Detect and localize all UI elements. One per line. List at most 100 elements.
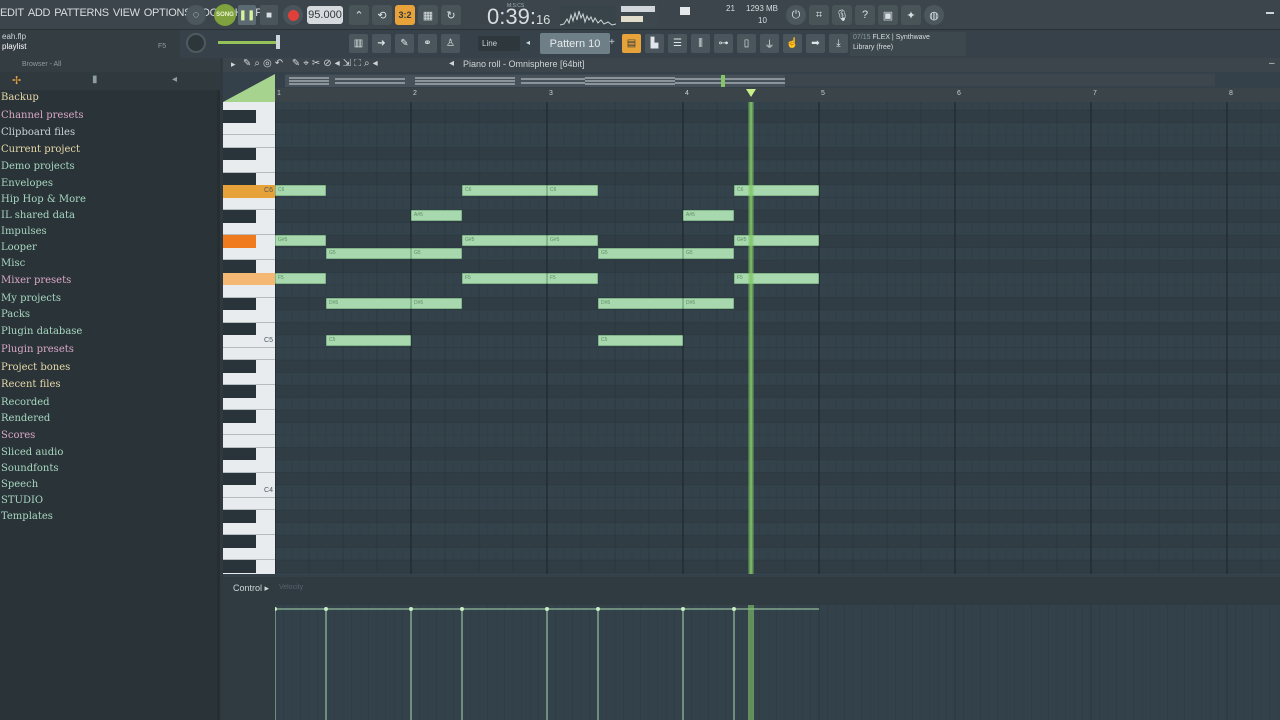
- black-key[interactable]: [223, 260, 256, 273]
- black-key[interactable]: [223, 210, 256, 223]
- white-key[interactable]: [223, 198, 275, 210]
- chat-icon[interactable]: ◍: [924, 5, 944, 25]
- menu-edit[interactable]: EDIT: [0, 7, 24, 19]
- browser-item[interactable]: Project bones: [1, 362, 70, 373]
- white-key[interactable]: [223, 548, 275, 560]
- black-key[interactable]: [223, 297, 256, 310]
- browser-item[interactable]: Recent files: [1, 379, 61, 390]
- stop-button[interactable]: ■: [260, 5, 278, 25]
- cpu-knob-icon[interactable]: ◌: [186, 5, 206, 25]
- midi-note[interactable]: G#5: [734, 235, 819, 246]
- black-key[interactable]: [223, 385, 256, 398]
- stamp-icon[interactable]: ♙: [441, 34, 460, 53]
- loop-record-icon[interactable]: ↻: [441, 5, 461, 25]
- black-key[interactable]: [223, 472, 256, 485]
- pr-menu-arrow-icon[interactable]: ▸: [231, 59, 236, 70]
- midi-note[interactable]: C6: [462, 185, 547, 196]
- pencil-icon[interactable]: ✎: [395, 34, 414, 53]
- white-key[interactable]: [223, 573, 275, 575]
- browser-item[interactable]: Plugin presets: [1, 344, 74, 355]
- browser-item[interactable]: Plugin database: [1, 326, 82, 337]
- white-key[interactable]: [223, 460, 275, 473]
- midi-note[interactable]: F5: [462, 272, 547, 284]
- playlist-icon[interactable]: ▤: [622, 34, 641, 53]
- piano-roll-icon[interactable]: ▙: [645, 34, 664, 53]
- browser-options-icon[interactable]: ✢: [12, 74, 21, 87]
- master-volume-handle[interactable]: [276, 35, 280, 49]
- midi-note[interactable]: D#5: [683, 297, 734, 309]
- control-label[interactable]: Control ▸: [233, 583, 269, 594]
- browser-item[interactable]: Impulses: [1, 226, 47, 237]
- black-key[interactable]: [223, 172, 256, 185]
- white-key[interactable]: [223, 398, 275, 410]
- midi-note[interactable]: A#5: [411, 210, 462, 221]
- timeline-ruler[interactable]: 1 2 3 4 5 6 7 8: [275, 88, 1280, 102]
- mixer-view-icon[interactable]: ⫼: [691, 34, 710, 53]
- playhead-marker[interactable]: [746, 89, 756, 97]
- overview-scrollbar[interactable]: [285, 74, 1215, 87]
- master-volume-slider[interactable]: [218, 41, 280, 44]
- midi-note[interactable]: F5: [547, 272, 598, 284]
- browser-item[interactable]: Clipboard files: [1, 127, 75, 138]
- white-key[interactable]: [223, 435, 275, 448]
- tempo-display[interactable]: 95.000: [307, 6, 343, 24]
- midi-note[interactable]: D#5: [598, 297, 683, 309]
- midi-note[interactable]: G5: [411, 247, 462, 259]
- midi-note[interactable]: C5: [326, 335, 411, 346]
- white-key[interactable]: [223, 498, 275, 510]
- record-button[interactable]: [283, 5, 303, 25]
- black-key[interactable]: [223, 322, 256, 335]
- midi-note[interactable]: F5: [275, 272, 326, 284]
- browser-item[interactable]: IL shared data: [1, 210, 75, 221]
- piano-keyboard[interactable]: C6 C5 C4: [223, 102, 275, 574]
- piano-icon[interactable]: ▥: [349, 34, 368, 53]
- menu-patterns[interactable]: PATTERNS: [54, 7, 109, 19]
- snap-selector[interactable]: Line: [478, 36, 520, 51]
- midi-note[interactable]: G#5: [275, 235, 326, 246]
- browser-item[interactable]: Scores: [1, 430, 35, 441]
- pr-tools-icons[interactable]: ✎⌕◎↶ ✎⌖✂⊘◂⇲⛶⌕◂: [243, 58, 381, 69]
- midi-note[interactable]: D#5: [411, 297, 462, 309]
- plugin-picker-icon[interactable]: ⏚: [760, 34, 779, 53]
- white-key[interactable]: [223, 310, 275, 323]
- metronome-icon[interactable]: ⌃: [349, 5, 369, 25]
- browser-item[interactable]: Looper: [1, 242, 37, 253]
- pattern-selector[interactable]: Pattern 10: [540, 33, 610, 54]
- browser-item[interactable]: Templates: [1, 511, 53, 522]
- blend-notes-icon[interactable]: ▦: [418, 5, 438, 25]
- black-key[interactable]: [223, 110, 256, 123]
- browser-item[interactable]: Packs: [1, 309, 30, 320]
- midi-note[interactable]: C5: [598, 335, 683, 346]
- white-key[interactable]: [223, 248, 275, 260]
- browser-tree-icon[interactable]: ⊶: [714, 34, 733, 53]
- midi-note[interactable]: G5: [326, 247, 411, 259]
- pr-close-icon[interactable]: –: [1269, 58, 1275, 69]
- white-key[interactable]: [223, 223, 275, 235]
- midi-note[interactable]: D#5: [326, 297, 411, 309]
- black-key[interactable]: [223, 510, 256, 523]
- time-display[interactable]: 0:39:16: [487, 4, 550, 30]
- browser-item[interactable]: Hip Hop & More: [1, 194, 86, 205]
- note-grid[interactable]: C6 G#5 F5 D#5 G5 C5 A#5 G5 D#5 C6 G#5 F5 C6 G#5 F5 D#5 G…: [275, 102, 1280, 574]
- white-key[interactable]: [223, 135, 275, 148]
- help-icon[interactable]: ?: [855, 5, 875, 25]
- mic-icon[interactable]: 🎙: [832, 5, 852, 25]
- browser-item[interactable]: Speech: [1, 479, 38, 490]
- arrow-right-icon[interactable]: ➜: [372, 34, 391, 53]
- black-key[interactable]: [223, 410, 256, 423]
- step-counter[interactable]: 3:2: [395, 5, 415, 25]
- browser-item[interactable]: My projects: [1, 293, 61, 304]
- tempo-tapper-icon[interactable]: ➡: [806, 34, 825, 53]
- browser-item[interactable]: Sliced audio: [1, 447, 63, 458]
- song-mode-toggle[interactable]: SONG: [214, 4, 236, 26]
- white-key[interactable]: [223, 123, 275, 135]
- white-key[interactable]: [223, 160, 275, 173]
- wait-input-icon[interactable]: ⟲: [372, 5, 392, 25]
- midi-note[interactable]: G5: [598, 247, 683, 259]
- browser-item[interactable]: Current project: [1, 144, 80, 155]
- link-icon[interactable]: ⚭: [418, 34, 437, 53]
- channel-rack-icon[interactable]: ☰: [668, 34, 687, 53]
- play-pause-button[interactable]: ❚❚: [238, 5, 256, 25]
- master-pitch-knob[interactable]: [186, 33, 206, 53]
- minimize-icon[interactable]: [1266, 12, 1274, 14]
